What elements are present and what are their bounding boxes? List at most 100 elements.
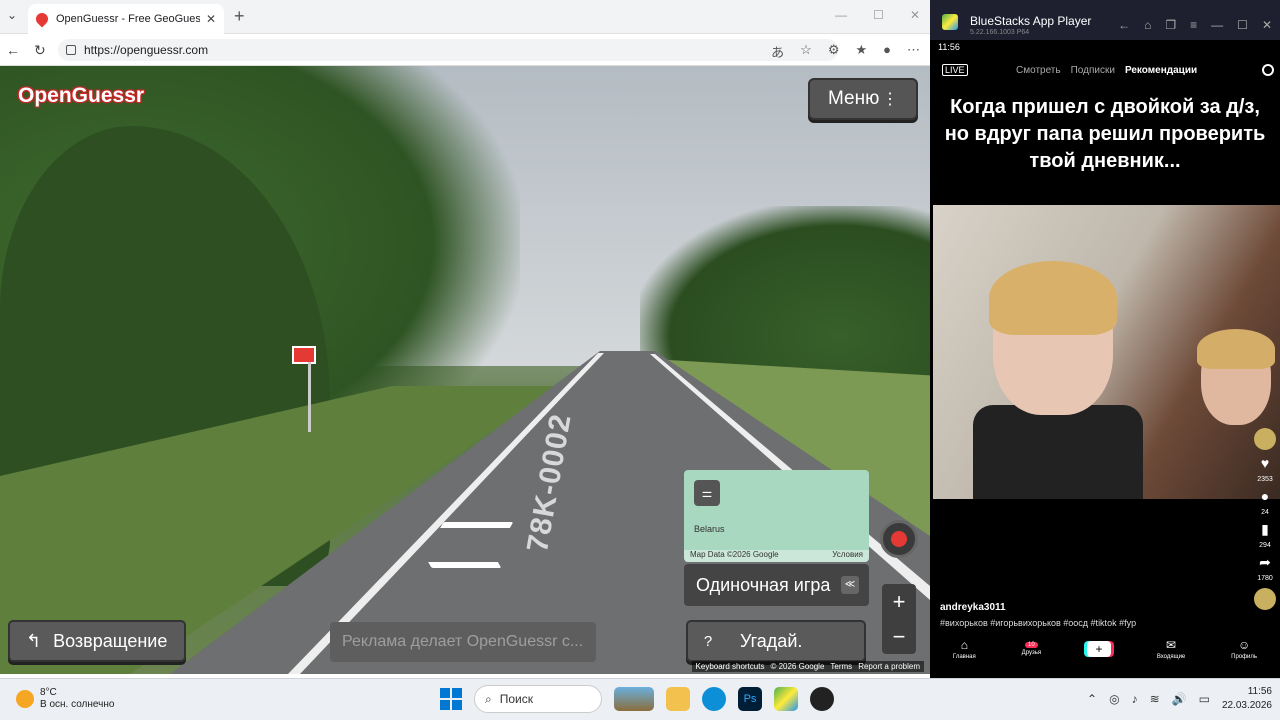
create-post-button[interactable]: + <box>1086 641 1111 657</box>
app-icon[interactable] <box>810 687 834 711</box>
return-button[interactable]: ↰ Возвращение <box>8 620 186 662</box>
more-menu-icon[interactable]: ⋯ <box>907 42 920 61</box>
microphone-icon[interactable]: ♪ <box>1132 692 1138 706</box>
battery-icon[interactable]: ▭ <box>1199 692 1210 706</box>
tiktok-bottom-nav: ⌂ Главная 10 Друзья + ✉ Входящие ☺ Профи… <box>930 634 1280 664</box>
nav-inbox-label: Входящие <box>1156 654 1186 660</box>
tab-watch[interactable]: Смотреть <box>1016 65 1061 76</box>
save-count: 294 <box>1259 542 1271 549</box>
minimize-icon[interactable]: — <box>1211 18 1223 32</box>
menu-button[interactable]: Меню ⋮ <box>808 78 918 120</box>
network-icon[interactable]: ◎ <box>1109 692 1119 706</box>
move-back-arrow[interactable] <box>424 556 502 568</box>
favorite-star-icon[interactable]: ☆ <box>800 42 812 61</box>
profile-avatar-icon[interactable]: ● <box>883 42 891 61</box>
volume-icon[interactable]: 🔊 <box>1172 692 1187 706</box>
terms-link[interactable]: Terms <box>830 662 852 671</box>
android-status-bar: 11:56 <box>938 42 960 52</box>
clock-date: 22.03.2026 <box>1221 700 1272 711</box>
share-icon[interactable]: ➦ <box>1259 555 1271 569</box>
file-explorer-icon[interactable] <box>666 687 690 711</box>
url-field[interactable]: https://openguessr.com <box>58 39 838 61</box>
nav-home[interactable]: ⌂ Главная <box>953 638 976 660</box>
comment-icon[interactable]: ● <box>1261 489 1269 503</box>
openguessr-logo[interactable]: OpenGuessr <box>18 84 144 108</box>
map-settings-icon[interactable]: ⚌ <box>694 480 720 506</box>
zoom-in-button[interactable]: + <box>882 584 916 619</box>
maximize-icon[interactable]: ☐ <box>873 8 884 22</box>
guess-button[interactable]: ? Угадай. <box>686 620 866 662</box>
recents-icon[interactable]: ❐ <box>1165 18 1176 32</box>
bluestacks-taskbar-icon[interactable] <box>774 687 798 711</box>
tab-title: OpenGuessr - Free GeoGuessr Alte <box>56 13 200 25</box>
kebab-icon: ⋮ <box>882 91 898 108</box>
close-icon[interactable]: ✕ <box>1262 18 1272 32</box>
nav-inbox[interactable]: ✉ Входящие <box>1157 638 1185 660</box>
sound-disc-icon[interactable] <box>1254 588 1276 610</box>
zoom-out-button[interactable]: − <box>882 619 916 654</box>
report-problem-link[interactable]: Report a problem <box>858 662 920 671</box>
map-river <box>788 470 869 507</box>
favorites-icon[interactable]: ★ <box>855 42 867 61</box>
keyboard-shortcuts-link[interactable]: Keyboard shortcuts <box>696 662 765 671</box>
like-count: 2353 <box>1257 476 1273 483</box>
close-tab-icon[interactable]: ✕ <box>206 12 216 26</box>
move-forward-arrow[interactable] <box>436 522 514 534</box>
start-button[interactable] <box>440 688 462 710</box>
back-arrow-icon[interactable]: ← <box>6 42 20 58</box>
new-tab-button[interactable]: + <box>234 6 245 27</box>
tab-openguessr[interactable]: OpenGuessr - Free GeoGuessr Alte ✕ <box>28 4 224 34</box>
reload-icon[interactable]: ↻ <box>34 42 46 59</box>
feed-tabs: Смотреть Подписки Рекомендации <box>1016 65 1197 76</box>
photoshop-icon[interactable]: Ps <box>738 687 762 711</box>
guess-minimap[interactable]: ⚌ Belarus Map Data ©2026 Google Условия <box>684 470 869 562</box>
expand-map-icon[interactable]: ≪ <box>841 576 859 594</box>
video-player[interactable] <box>933 205 1280 499</box>
clock-time: 11:56 <box>1247 686 1272 697</box>
google-footer: Keyboard shortcuts © 2026 Google Terms R… <box>691 661 924 672</box>
bluestacks-window: BlueStacks App Player 5.22.166.1003 P64 … <box>930 0 1280 678</box>
tab-following[interactable]: Подписки <box>1071 65 1115 76</box>
minimize-icon[interactable]: — <box>835 8 847 22</box>
compass-icon[interactable] <box>880 520 918 558</box>
maximize-icon[interactable]: ☐ <box>1237 18 1248 32</box>
browser-window: ⌄ OpenGuessr - Free GeoGuessr Alte ✕ + —… <box>0 0 930 678</box>
single-game-label[interactable]: Одиночная игра ≪ <box>684 564 869 606</box>
nav-profile[interactable]: ☺ Профиль <box>1231 638 1257 660</box>
ad-banner[interactable]: Реклама делает OpenGuessr с... <box>330 622 596 662</box>
video-author[interactable]: andreyka3011 <box>940 602 1006 613</box>
weather-widget[interactable]: 8°C В осн. солнечно <box>16 687 114 711</box>
sign-post <box>308 362 311 432</box>
close-window-icon[interactable]: ✕ <box>910 8 920 22</box>
bookmark-icon[interactable]: ▮ <box>1261 522 1269 536</box>
home-icon[interactable]: ⌂ <box>1144 18 1151 32</box>
live-button[interactable]: LIVE <box>942 64 968 76</box>
nav-friends[interactable]: 10 Друзья <box>1022 642 1041 656</box>
menu-label: Меню <box>828 88 880 109</box>
video-hashtags[interactable]: #вихорьков #игорьвихорьков #оосд #tiktok… <box>940 618 1136 628</box>
map-footer: Map Data ©2026 Google Условия <box>684 550 869 562</box>
tab-list-icon[interactable]: ⌄ <box>4 8 20 24</box>
street-view-panorama[interactable]: 78K-0002 OpenGuessr Меню ⋮ ⚌ Belarus Map… <box>0 66 930 674</box>
search-icon[interactable] <box>1262 64 1274 76</box>
taskbar-search[interactable]: ⌕ Поиск <box>474 685 602 713</box>
tab-for-you[interactable]: Рекомендации <box>1125 65 1197 76</box>
window-controls: — ☐ ✕ <box>835 8 920 22</box>
clock[interactable]: 11:56 22.03.2026 <box>1222 685 1272 713</box>
nav-home-label: Главная <box>952 654 976 660</box>
bluestacks-controls: ← ⌂ ❐ ≡ — ☐ ✕ <box>1118 18 1272 32</box>
wifi-icon[interactable]: ≋ <box>1150 692 1160 706</box>
site-info-icon[interactable] <box>66 45 76 55</box>
widgets-picture-icon[interactable] <box>614 687 654 711</box>
openguessr-favicon-icon <box>33 10 51 28</box>
second-person-hair <box>1197 329 1275 369</box>
extensions-icon[interactable]: ⚙ <box>828 42 840 61</box>
author-avatar[interactable] <box>1254 428 1276 450</box>
like-icon[interactable]: ♥ <box>1261 456 1269 470</box>
edge-icon[interactable] <box>702 687 726 711</box>
tray-expand-icon[interactable]: ⌃ <box>1087 692 1097 706</box>
menu-icon[interactable]: ≡ <box>1190 18 1197 32</box>
back-icon[interactable]: ← <box>1118 18 1130 32</box>
map-terms-link[interactable]: Условия <box>832 550 863 562</box>
translate-icon[interactable]: あ <box>771 42 784 61</box>
